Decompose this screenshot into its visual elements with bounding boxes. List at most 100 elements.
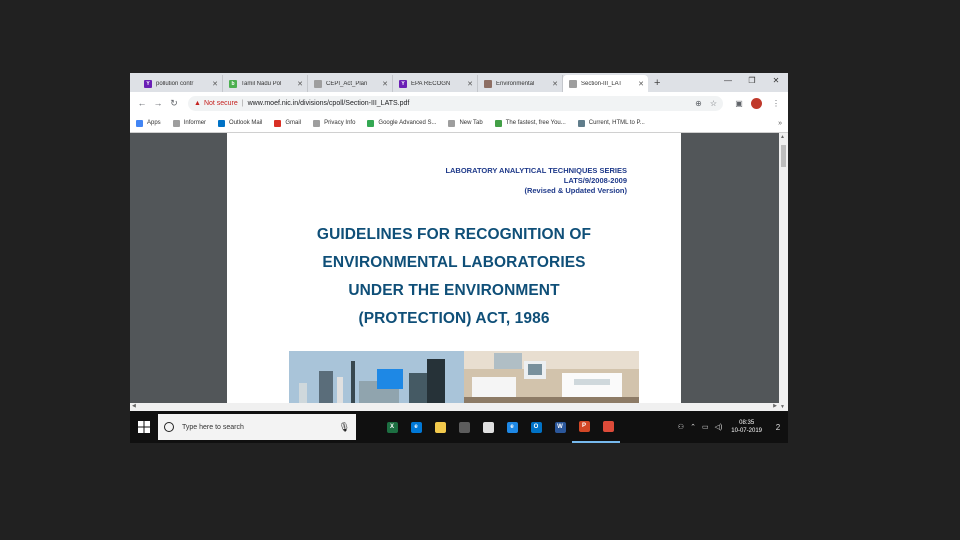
scroll-right-icon[interactable]: ▶ — [773, 403, 777, 409]
pdf-viewer[interactable]: LABORATORY ANALYTICAL TECHNIQUES SERIES … — [130, 133, 788, 411]
file-explorer-icon — [434, 421, 446, 433]
url-text[interactable]: www.moef.nic.in/divisions/cpoll/Section-… — [248, 100, 688, 107]
chrome-icon — [602, 420, 614, 432]
extension-icon[interactable]: ▣ — [731, 99, 747, 108]
taskbar-app-edge[interactable]: e — [404, 411, 428, 443]
browser-tab[interactable]: Environmental ✕ — [478, 75, 563, 92]
bookmark-item[interactable]: New Tab — [448, 119, 483, 127]
bookmark-item[interactable]: Apps — [136, 119, 161, 127]
bookmark-favicon-icon — [313, 119, 321, 127]
tab-favicon-icon: Y — [399, 79, 407, 88]
clock[interactable]: 08:35 10-07-2019 — [731, 419, 762, 435]
profile-avatar[interactable] — [751, 97, 762, 109]
back-icon[interactable]: ← — [134, 98, 150, 108]
bookmark-favicon-icon — [274, 119, 282, 127]
clock-date: 10-07-2019 — [731, 428, 762, 434]
taskbar-app-store[interactable] — [452, 411, 476, 443]
bookmark-item[interactable]: Privacy Info — [313, 119, 355, 127]
pdf-page: LABORATORY ANALYTICAL TECHNIQUES SERIES … — [227, 133, 681, 403]
internet-explorer-icon: e — [506, 421, 518, 433]
taskbar-app-powerpoint[interactable]: P — [572, 411, 596, 443]
network-icon[interactable]: ▭ — [702, 423, 709, 431]
edge-icon: e — [410, 421, 422, 433]
taskbar-search[interactable]: Type here to search 🎙︎ — [158, 414, 356, 440]
tab-close-icon[interactable]: ✕ — [467, 80, 473, 88]
bookmark-label: Google Advanced S... — [378, 120, 437, 126]
taskbar-app-mail[interactable] — [476, 411, 500, 443]
scroll-down-icon[interactable]: ▼ — [780, 404, 785, 410]
scroll-thumb[interactable] — [781, 145, 786, 167]
browser-tab[interactable]: Ypollution contr ✕ — [138, 75, 223, 92]
bookmark-item[interactable]: Current, HTML to P... — [577, 119, 645, 127]
title-line: (PROTECTION) ACT, 1986 — [358, 310, 550, 327]
outlook-icon: O — [530, 421, 542, 433]
bookmark-item[interactable]: Informer — [172, 119, 207, 127]
tab-close-icon[interactable]: ✕ — [552, 80, 558, 88]
start-button[interactable] — [130, 411, 158, 443]
tab-close-icon[interactable]: ✕ — [638, 80, 644, 88]
show-hidden-icon[interactable]: ⌃ — [690, 423, 696, 431]
bookmark-item[interactable]: Google Advanced S... — [367, 119, 437, 127]
task-view-icon — [362, 421, 374, 433]
menu-icon[interactable]: ⋮ — [768, 99, 784, 108]
lab-equipment-photo — [289, 351, 464, 403]
bookmark-item[interactable]: Outlook Mail — [218, 119, 263, 127]
system-tray: ⚇ ⌃ ▭ ◁) 08:35 10-07-2019 2 — [675, 411, 788, 443]
tab-title: Section-III_LAT — [581, 80, 622, 87]
tab-title: pollution contr — [156, 80, 194, 87]
volume-icon[interactable]: ◁) — [715, 423, 723, 431]
bookmark-label: Gmail — [285, 120, 302, 126]
bookmarks-more[interactable]: » — [778, 120, 782, 127]
horizontal-scrollbar[interactable]: ◀ ▶ — [130, 403, 779, 411]
tab-title: EPA RECOGN — [411, 80, 451, 87]
taskbar-app-word[interactable]: W — [548, 411, 572, 443]
taskbar-app-chrome[interactable] — [596, 411, 620, 443]
tab-close-icon[interactable]: ✕ — [297, 80, 303, 88]
tab-title: Tamil Nadu Pol — [241, 80, 282, 87]
security-label[interactable]: Not secure — [204, 100, 238, 107]
people-icon[interactable]: ⚇ — [678, 423, 684, 431]
scroll-left-icon[interactable]: ◀ — [132, 403, 136, 409]
taskbar-app-file-explorer[interactable] — [428, 411, 452, 443]
taskbar-app-internet-explorer[interactable]: e — [500, 411, 524, 443]
mail-icon — [482, 421, 494, 433]
close-window-icon[interactable]: ✕ — [764, 73, 788, 92]
title-line: UNDER THE ENVIRONMENT — [348, 282, 560, 299]
bookmark-favicon-icon — [367, 119, 375, 127]
bookmark-label: The fastest, free You... — [505, 120, 566, 126]
tab-close-icon[interactable]: ✕ — [382, 80, 388, 88]
taskbar-app-outlook[interactable]: O — [524, 411, 548, 443]
scroll-up-icon[interactable]: ▲ — [780, 134, 785, 140]
tab-strip: Ypollution contr ✕ b Tamil Nadu Pol ✕ CEPI_Ac… — [130, 73, 788, 92]
new-tab-button[interactable]: + — [648, 75, 666, 92]
bookmark-label: Informer — [183, 120, 207, 126]
taskbar-app-excel[interactable]: X — [380, 411, 404, 443]
series-line: LATS/9/2008-2009 — [563, 176, 627, 185]
bookmarks-bar: Apps Informer Outlook Mail Gmail Privacy Inf… — [130, 114, 788, 133]
browser-tab[interactable]: Section-III_LAT ✕ — [563, 75, 648, 92]
address-bar[interactable]: ▲ Not secure | www.moef.nic.in/divisions… — [188, 95, 723, 111]
bookmark-label: Outlook Mail — [229, 120, 263, 126]
tab-close-icon[interactable]: ✕ — [212, 80, 218, 88]
vertical-scrollbar[interactable]: ▲ ▼ — [779, 133, 788, 411]
tab-favicon-icon: b — [229, 79, 237, 88]
bookmark-label: Apps — [147, 120, 161, 126]
series-line: (Revised & Updated Version) — [524, 186, 627, 195]
star-icon[interactable]: ☆ — [710, 99, 717, 108]
title-line: ENVIRONMENTAL LABORATORIES — [322, 254, 586, 271]
store-icon — [458, 421, 470, 433]
browser-tab[interactable]: Y EPA RECOGN ✕ — [393, 75, 478, 92]
taskbar-app-task-view[interactable] — [356, 411, 380, 443]
browser-tab[interactable]: CEPI_Act_Plan ✕ — [308, 75, 393, 92]
zoom-icon[interactable]: ⊕ — [695, 99, 702, 108]
bookmark-item[interactable]: Gmail — [274, 119, 302, 127]
bookmark-label: New Tab — [459, 120, 483, 126]
action-center-icon[interactable]: 2 — [768, 423, 788, 432]
minimize-icon[interactable]: — — [716, 73, 740, 92]
browser-tab[interactable]: b Tamil Nadu Pol ✕ — [223, 75, 308, 92]
reload-icon[interactable]: ↻ — [166, 98, 182, 109]
bookmark-item[interactable]: The fastest, free You... — [494, 119, 566, 127]
maximize-icon[interactable]: ❐ — [740, 73, 764, 92]
microphone-icon[interactable]: 🎙︎ — [339, 422, 350, 433]
forward-icon[interactable]: → — [150, 98, 166, 108]
